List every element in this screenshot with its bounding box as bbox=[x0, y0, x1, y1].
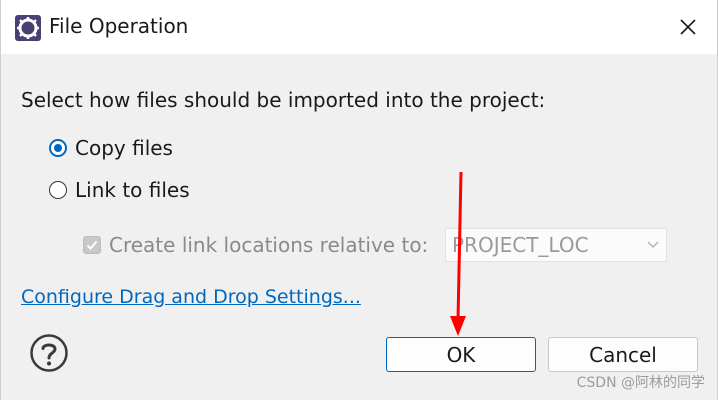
radio-button-unchecked[interactable] bbox=[49, 181, 67, 199]
combo-value: PROJECT_LOC bbox=[452, 233, 589, 257]
relative-location-combo: PROJECT_LOC bbox=[445, 228, 667, 262]
radio-label: Link to files bbox=[75, 178, 190, 202]
chevron-down-icon bbox=[640, 241, 666, 249]
relative-location-label: Create link locations relative to: bbox=[109, 233, 429, 257]
title-bar: File Operation bbox=[1, 0, 717, 54]
close-button[interactable] bbox=[673, 12, 703, 42]
relative-location-checkbox bbox=[83, 236, 101, 254]
radio-button-checked[interactable] bbox=[49, 139, 67, 157]
radio-copy-files[interactable]: Copy files bbox=[49, 136, 173, 160]
window-title: File Operation bbox=[49, 14, 189, 38]
radio-label: Copy files bbox=[75, 136, 173, 160]
help-icon[interactable] bbox=[29, 333, 69, 373]
radio-link-files[interactable]: Link to files bbox=[49, 178, 190, 202]
checkmark-icon bbox=[86, 240, 98, 250]
cancel-button[interactable]: Cancel bbox=[548, 337, 698, 372]
file-operation-dialog: File Operation Select how files should b… bbox=[0, 0, 718, 400]
watermark: CSDN @阿林的同学 bbox=[576, 375, 705, 391]
configure-drag-drop-link[interactable]: Configure Drag and Drop Settings... bbox=[21, 286, 361, 308]
import-prompt: Select how files should be imported into… bbox=[21, 88, 546, 112]
ok-button[interactable]: OK bbox=[386, 337, 536, 372]
relative-location-checkbox-row: Create link locations relative to: bbox=[83, 233, 428, 257]
close-icon bbox=[680, 19, 696, 35]
eclipse-icon bbox=[15, 15, 41, 41]
